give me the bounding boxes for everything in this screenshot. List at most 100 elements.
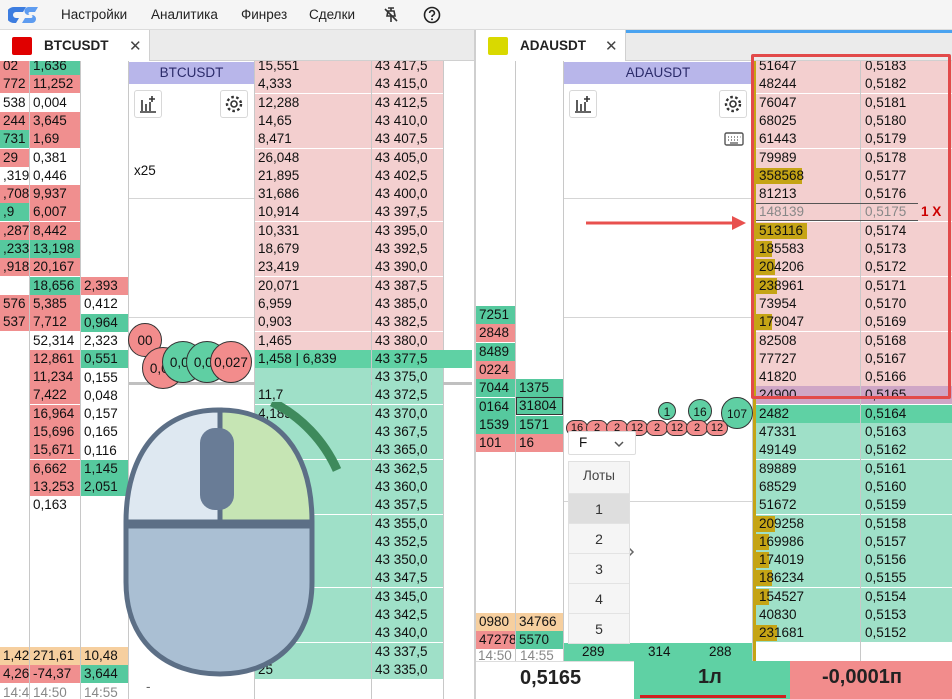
bid-price[interactable]: 43 370,0 <box>372 404 443 423</box>
position-display[interactable]: 1л <box>634 661 790 699</box>
bid-volume[interactable]: 174019 <box>753 551 860 570</box>
ask-price[interactable]: 43 405,0 <box>372 148 443 167</box>
ask-volume[interactable]: 358568 <box>753 166 860 185</box>
menu-finres[interactable]: Финрез <box>241 7 287 22</box>
ask-volume[interactable]: 31,686 <box>255 185 371 204</box>
ask-volume[interactable]: 6,959 <box>255 294 371 313</box>
ask-price[interactable]: 0,5176 <box>861 185 952 204</box>
ask-price[interactable]: 0,5179 <box>861 130 952 149</box>
last-price[interactable]: 43 377,5 <box>372 349 472 368</box>
ask-price[interactable]: 0,5169 <box>861 313 952 332</box>
ask-price[interactable]: 0,5171 <box>861 276 952 295</box>
menu-analytics[interactable]: Аналитика <box>151 7 218 22</box>
ask-price[interactable]: 43 412,5 <box>372 93 443 112</box>
ask-volume[interactable]: 12,288 <box>255 93 371 112</box>
ask-volume[interactable]: 0,903 <box>255 313 371 332</box>
bid-volume[interactable]: 169986 <box>753 532 860 551</box>
ask-volume[interactable]: 179047 <box>753 313 860 332</box>
close-icon[interactable]: ✕ <box>129 37 142 55</box>
last-volume[interactable]: 1,458 | 6,839 <box>255 349 371 368</box>
settings-button[interactable] <box>719 90 747 118</box>
tab-adausdt[interactable]: ADAUSDT ✕ <box>476 30 626 61</box>
ask-volume[interactable]: 51647 <box>753 61 860 75</box>
ask-volume[interactable]: 26,048 <box>255 148 371 167</box>
ask-price[interactable]: 43 410,0 <box>372 111 443 130</box>
bid-price[interactable]: 0,5162 <box>861 441 952 460</box>
tab-btcusdt[interactable]: BTCUSDT ✕ <box>0 30 150 61</box>
ask-price[interactable]: 43 400,0 <box>372 185 443 204</box>
ask-price[interactable]: 43 395,0 <box>372 221 443 240</box>
bid-price[interactable]: 43 362,5 <box>372 459 443 478</box>
ask-price[interactable]: 43 382,5 <box>372 313 443 332</box>
ask-price[interactable]: 0,5167 <box>861 349 952 368</box>
bid-price[interactable]: 43 347,5 <box>372 569 443 588</box>
bid-volume[interactable]: 231681 <box>753 624 860 643</box>
bid-price[interactable]: 0,5158 <box>861 514 952 533</box>
ask-volume[interactable]: 48244 <box>753 75 860 94</box>
ask-volume[interactable]: 15,551 <box>255 61 371 75</box>
bid-price[interactable]: 0,5157 <box>861 532 952 551</box>
ask-price[interactable]: 43 415,0 <box>372 75 443 94</box>
bid-price[interactable]: 43 355,0 <box>372 514 443 533</box>
bid-price[interactable]: 0,5155 <box>861 569 952 588</box>
bid-volume[interactable]: 47331 <box>753 423 860 441</box>
lot-option[interactable]: 3 <box>569 553 629 583</box>
chart-settings-button[interactable] <box>134 90 162 118</box>
lot-option[interactable]: 5 <box>569 613 629 643</box>
menu-deals[interactable]: Сделки <box>309 7 355 22</box>
bid-volume[interactable]: 89889 <box>753 459 860 478</box>
ask-volume[interactable]: 10,914 <box>255 203 371 222</box>
bid-price[interactable]: 43 337,5 <box>372 642 443 661</box>
ask-volume[interactable]: 185583 <box>753 240 860 258</box>
spread-price[interactable]: 0,5165 <box>861 386 952 405</box>
bid-price[interactable]: 43 360,0 <box>372 477 443 496</box>
ask-volume[interactable]: 14,65 <box>255 111 371 130</box>
ask-price[interactable]: 0,5174 <box>861 221 952 240</box>
ask-price[interactable]: 43 390,0 <box>372 258 443 277</box>
ask-price[interactable]: 0,5166 <box>861 368 952 387</box>
ask-price[interactable]: 43 387,5 <box>372 276 443 295</box>
ask-volume[interactable]: 79989 <box>753 148 860 167</box>
bid-volume[interactable]: 49149 <box>753 441 860 460</box>
ask-price[interactable]: 0,5180 <box>861 111 952 130</box>
ask-price[interactable]: 43 407,5 <box>372 130 443 149</box>
ask-volume[interactable]: 68025 <box>753 111 860 130</box>
bid-volume[interactable] <box>255 368 371 387</box>
ask-price[interactable]: 43 380,0 <box>372 331 443 350</box>
bid-volume[interactable]: 154527 <box>753 587 860 606</box>
bid-price[interactable]: 43 342,5 <box>372 606 443 624</box>
pin-off-icon[interactable] <box>382 6 400 24</box>
ask-volume[interactable]: 18,679 <box>255 240 371 258</box>
ask-volume[interactable]: 20,071 <box>255 276 371 295</box>
ask-volume[interactable]: 41820 <box>753 368 860 387</box>
bid-price[interactable]: 43 350,0 <box>372 551 443 570</box>
ask-volume[interactable]: 76047 <box>753 93 860 112</box>
bid-volume[interactable]: 40830 <box>753 606 860 624</box>
ask-volume[interactable]: 10,331 <box>255 221 371 240</box>
ask-price[interactable]: 0,5182 <box>861 75 952 94</box>
ask-volume[interactable]: 73954 <box>753 294 860 313</box>
bid-price[interactable]: 0,5156 <box>861 551 952 570</box>
ask-price[interactable]: 0,5178 <box>861 148 952 167</box>
bid-price[interactable]: 0,5159 <box>861 496 952 515</box>
bid-price[interactable]: 0,5163 <box>861 423 952 441</box>
ask-volume[interactable]: 204206 <box>753 258 860 277</box>
keyboard-icon[interactable] <box>724 131 744 147</box>
ask-volume[interactable]: 61443 <box>753 130 860 149</box>
bid-price[interactable]: 0,5160 <box>861 477 952 496</box>
ask-volume[interactable]: 8,471 <box>255 130 371 149</box>
ask-price[interactable]: 0,5170 <box>861 294 952 313</box>
lot-option[interactable]: 4 <box>569 583 629 613</box>
ask-price[interactable]: 43 402,5 <box>372 166 443 185</box>
bid-price[interactable]: 0,5152 <box>861 624 952 643</box>
ask-price[interactable]: 0,5168 <box>861 331 952 350</box>
ask-volume[interactable]: 82508 <box>753 331 860 350</box>
bid-volume[interactable]: 51672 <box>753 496 860 515</box>
ask-price[interactable]: 0,5183 <box>861 61 952 75</box>
lot-option[interactable]: 2 <box>569 523 629 553</box>
ask-price[interactable]: 43 417,5 <box>372 61 443 75</box>
best-bid-volume[interactable]: 2482 <box>753 404 860 423</box>
settings-button[interactable] <box>220 90 248 118</box>
bid-price[interactable]: 0,5161 <box>861 459 952 478</box>
chart-settings-button[interactable] <box>569 90 597 118</box>
